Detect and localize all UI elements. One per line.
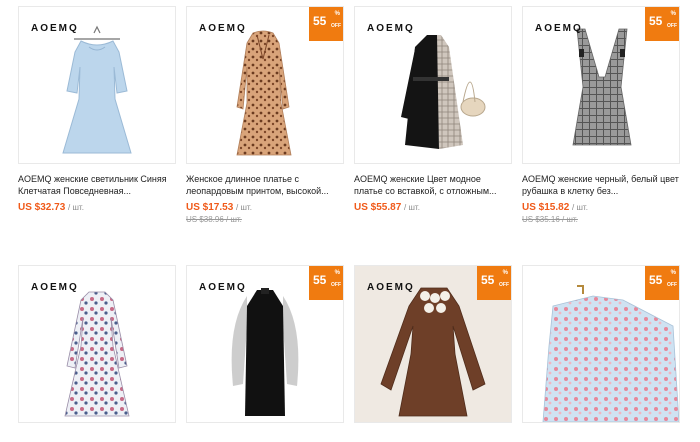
off-label: OFF: [331, 23, 341, 29]
discount-percent: 55: [313, 14, 327, 28]
brand-logo: AOEMQ: [367, 23, 415, 34]
price-unit: / шт.: [404, 203, 420, 212]
product-title[interactable]: AOEMQ женские светильник Синяя Клетчатая…: [18, 173, 176, 197]
product-price: US $15.82: [522, 202, 570, 213]
discount-percent: 55: [481, 273, 495, 287]
price-row: US $17.53 / шт.: [186, 202, 344, 213]
product-image[interactable]: AOEMQ: [354, 6, 512, 164]
product-image[interactable]: AOEMQ 55 % OFF: [186, 6, 344, 164]
off-label: OFF: [667, 282, 677, 288]
price-row: US $15.82 / шт.: [522, 202, 680, 213]
percent-symbol: %: [334, 11, 340, 17]
product-card[interactable]: AOEMQ AOEMQ женские Цвет модное платье с…: [354, 6, 512, 213]
product-title[interactable]: Женское длинное платье с леопардовым при…: [186, 173, 344, 197]
off-label: OFF: [499, 282, 509, 288]
product-card[interactable]: AOEMQ AOEMQ женские светильник Синяя Кле…: [18, 6, 176, 213]
original-price: US $35.16 / шт.: [522, 215, 578, 224]
product-image[interactable]: AOEMQ: [18, 265, 176, 423]
original-price: US $38.96 / шт.: [186, 215, 242, 224]
price-unit: / шт.: [236, 203, 252, 212]
percent-symbol: %: [670, 270, 676, 276]
product-price: US $32.73: [18, 202, 66, 213]
percent-symbol: %: [670, 11, 676, 17]
brand-logo: AOEMQ: [199, 23, 247, 34]
price-unit: / шт.: [68, 203, 84, 212]
price-unit: / шт.: [572, 203, 588, 212]
brand-logo: AOEMQ: [367, 282, 415, 293]
product-image[interactable]: AOEMQ 55 % OFF: [522, 6, 680, 164]
discount-badge: 55 % OFF: [309, 7, 343, 41]
product-image[interactable]: AOEMQ: [18, 6, 176, 164]
off-label: OFF: [667, 23, 677, 29]
brand-logo: AOEMQ: [31, 282, 79, 293]
product-card[interactable]: AOEMQ: [18, 265, 176, 423]
percent-symbol: %: [334, 270, 340, 276]
discount-percent: 55: [649, 14, 663, 28]
percent-symbol: %: [502, 270, 508, 276]
price-row: US $55.87 / шт.: [354, 202, 512, 213]
product-image[interactable]: 55 % OFF: [522, 265, 680, 423]
product-card[interactable]: AOEMQ 55 % OFF: [186, 265, 344, 423]
discount-badge: 55 % OFF: [645, 266, 679, 300]
product-title[interactable]: AOEMQ женские черный, белый цвет рубашка…: [522, 173, 680, 197]
product-card[interactable]: AOEMQ 55 % OFF: [354, 265, 512, 423]
price-row: US $32.73 / шт.: [18, 202, 176, 213]
discount-badge: 55 % OFF: [309, 266, 343, 300]
discount-badge: 55 % OFF: [645, 7, 679, 41]
product-image[interactable]: AOEMQ 55 % OFF: [186, 265, 344, 423]
product-title[interactable]: AOEMQ женские Цвет модное платье со вста…: [354, 173, 512, 197]
discount-percent: 55: [313, 273, 327, 287]
product-price: US $55.87: [354, 202, 402, 213]
brand-logo: AOEMQ: [199, 282, 247, 293]
off-label: OFF: [331, 282, 341, 288]
product-card[interactable]: 55 % OFF: [522, 265, 680, 423]
brand-logo: AOEMQ: [31, 23, 79, 34]
discount-badge: 55 % OFF: [477, 266, 511, 300]
discount-percent: 55: [649, 273, 663, 287]
brand-logo: AOEMQ: [535, 23, 583, 34]
product-image[interactable]: AOEMQ 55 % OFF: [354, 265, 512, 423]
product-price: US $17.53: [186, 202, 234, 213]
product-card[interactable]: AOEMQ 55 % OFF AOEMQ женские черный, бел…: [522, 6, 680, 224]
product-card[interactable]: AOEMQ 55 % OFF Женское длинное платье с …: [186, 6, 344, 224]
